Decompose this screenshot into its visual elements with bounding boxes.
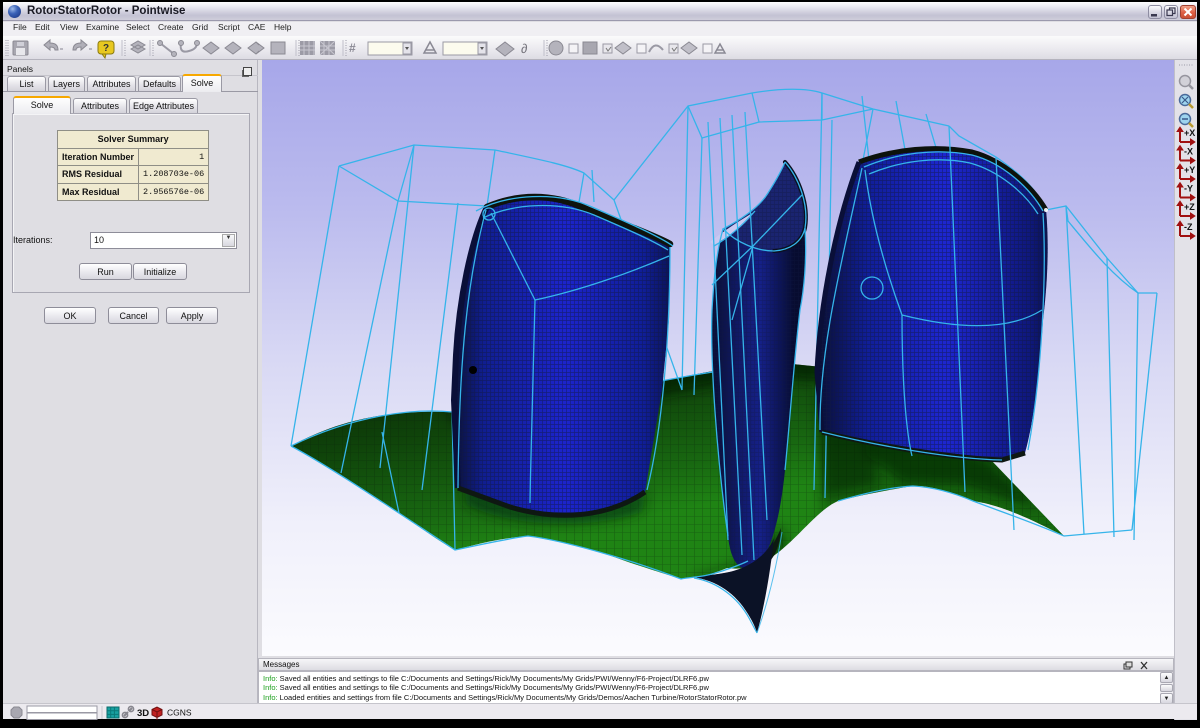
svg-text:CGNS: CGNS [167, 708, 192, 718]
svg-text:-Z: -Z [1184, 222, 1193, 232]
svg-text:-Y: -Y [1184, 184, 1193, 194]
svg-text:+Z: +Z [1184, 202, 1195, 212]
svg-text:?: ? [103, 43, 109, 54]
svg-text:∂: ∂ [521, 41, 527, 56]
svg-text:-X: -X [1184, 147, 1193, 157]
svg-text:#: # [349, 41, 356, 55]
svg-text:+Y: +Y [1184, 165, 1195, 175]
svg-text:+X: +X [1184, 128, 1195, 138]
svg-text:3D: 3D [137, 708, 149, 719]
